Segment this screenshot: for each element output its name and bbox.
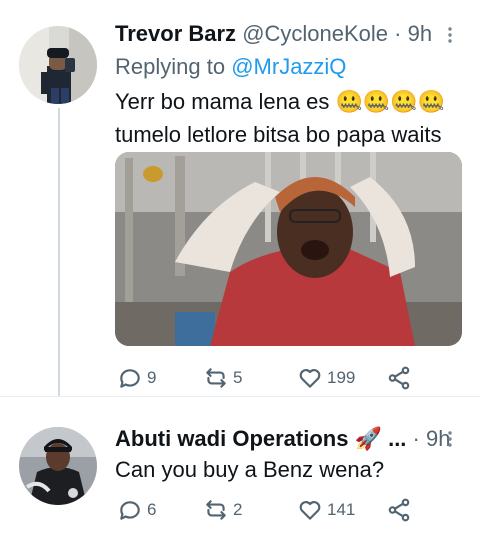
- retweet-button[interactable]: 5: [203, 365, 242, 391]
- tweet-text: Yerr bo mama lena es 🤐🤐🤐🤐 tumelo letlore…: [115, 85, 445, 151]
- more-vertical-icon[interactable]: [444, 430, 456, 448]
- separator: ·: [412, 426, 420, 451]
- share-button[interactable]: [386, 365, 416, 391]
- display-name[interactable]: Abuti wadi Operations 🚀 ...: [115, 426, 406, 451]
- heart-icon: [299, 501, 321, 520]
- like-count: 199: [327, 368, 356, 387]
- reply-icon: [120, 501, 140, 520]
- reply-button[interactable]: 6: [117, 497, 156, 523]
- reply-count: 9: [147, 368, 157, 387]
- heart-icon: [299, 369, 321, 388]
- display-name[interactable]: Trevor Barz: [115, 21, 236, 46]
- mention-link[interactable]: @MrJazziQ: [231, 54, 346, 79]
- like-button[interactable]: 199: [297, 365, 355, 391]
- share-button[interactable]: [386, 497, 416, 523]
- retweet-button[interactable]: 2: [203, 497, 242, 523]
- timestamp[interactable]: 9h: [408, 21, 432, 46]
- replying-prefix: Replying to: [115, 54, 226, 79]
- thread-line: [58, 108, 60, 396]
- tweet-header: Trevor Barz @CycloneKole · 9h: [115, 22, 432, 46]
- reply-count: 6: [147, 500, 157, 519]
- share-icon: [388, 366, 410, 390]
- reply-icon: [120, 369, 140, 388]
- reply-button[interactable]: 9: [117, 365, 156, 391]
- avatar[interactable]: [19, 427, 97, 505]
- share-icon: [388, 498, 410, 522]
- replying-to: Replying to @MrJazziQ: [115, 54, 346, 80]
- tweet-divider: [0, 396, 480, 397]
- tweet-image[interactable]: [115, 152, 462, 346]
- more-vertical-icon[interactable]: [444, 26, 456, 44]
- avatar[interactable]: [19, 26, 97, 104]
- retweet-icon: [206, 368, 226, 388]
- like-count: 141: [327, 500, 356, 519]
- tweet-text-line: Yerr bo mama lena es 🤐🤐🤐🤐: [115, 89, 446, 114]
- separator: ·: [394, 21, 402, 46]
- tweet-text-line: tumelo letlore bitsa bo papa waits: [115, 122, 442, 147]
- user-handle[interactable]: @CycloneKole: [242, 21, 388, 46]
- retweet-icon: [206, 500, 226, 520]
- tweet-text-line: Can you buy a Benz wena?: [115, 457, 385, 482]
- retweet-count: 2: [233, 500, 243, 519]
- like-button[interactable]: 141: [297, 497, 355, 523]
- retweet-count: 5: [233, 368, 243, 387]
- tweet-header: Abuti wadi Operations 🚀 ... · 9h: [115, 427, 450, 451]
- tweet-text: Can you buy a Benz wena?: [115, 453, 384, 486]
